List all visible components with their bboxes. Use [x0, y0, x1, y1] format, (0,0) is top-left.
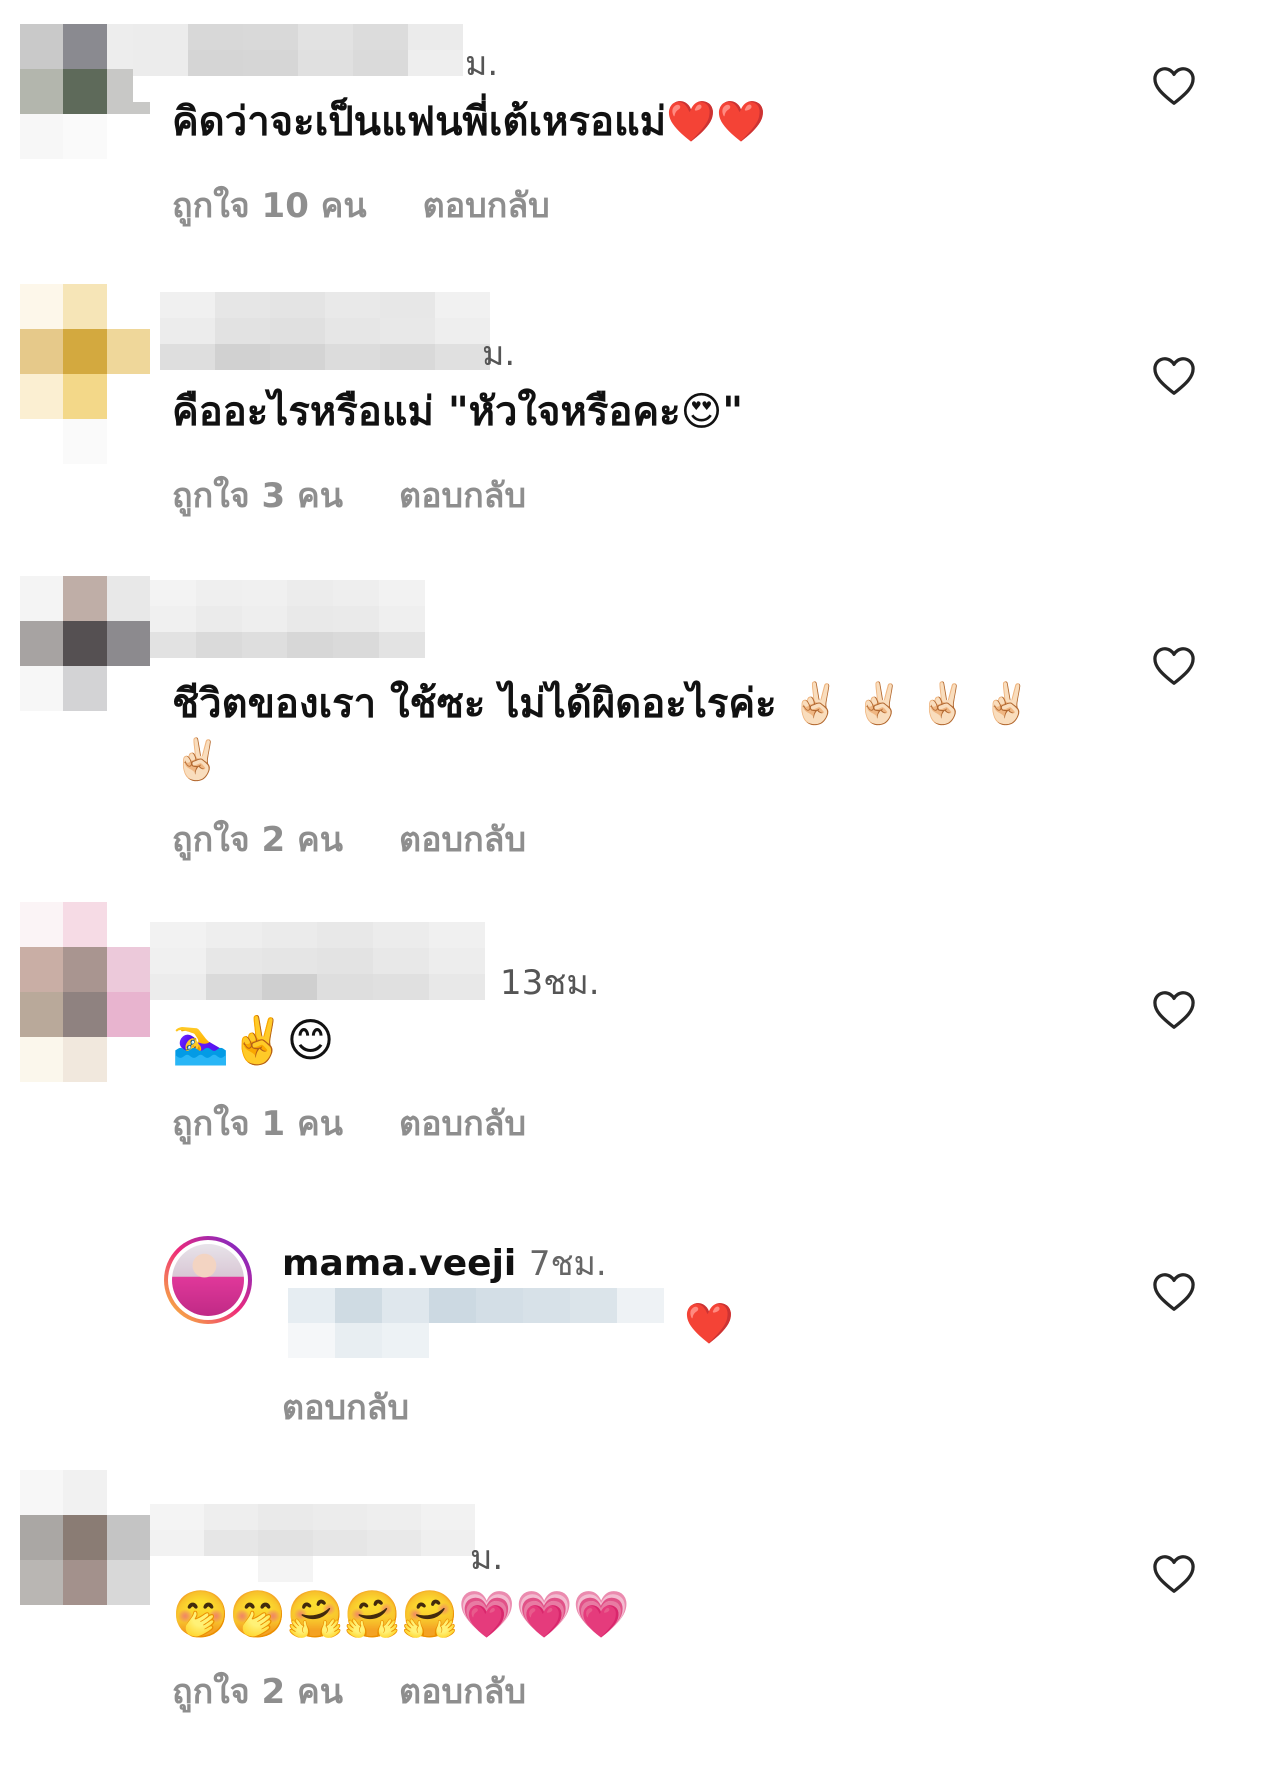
avatar[interactable]: [20, 284, 150, 464]
avatar[interactable]: [20, 576, 150, 756]
heart-outline-icon[interactable]: [1152, 646, 1196, 686]
avatar-ring: [168, 1240, 248, 1320]
comment-text: ชีวิตของเรา ใช้ซะ ไม่ได้ผิดอะไรค่ะ ✌🏻 ✌🏻…: [172, 681, 1032, 783]
comment-text: ❤️: [684, 1301, 734, 1347]
likes-count-link[interactable]: ถูกใจ 2 คน: [172, 812, 343, 866]
username-blurred[interactable]: [150, 922, 485, 1000]
reply-button[interactable]: ตอบกลับ: [423, 178, 550, 232]
likes-count-link[interactable]: ถูกใจ 10 คน: [172, 178, 367, 232]
avatar-photo: [172, 1244, 244, 1316]
reply-button[interactable]: ตอบกลับ: [399, 812, 526, 866]
avatar[interactable]: [20, 24, 150, 204]
comment-actions: ถูกใจ 3 คน ตอบกลับ: [172, 468, 526, 522]
username-blurred[interactable]: [160, 292, 490, 370]
comment-actions: ถูกใจ 10 คน ตอบกลับ: [172, 178, 550, 232]
comment-text: คิดว่าจะเป็นแฟนพี่เต้เหรอแม่❤️❤️: [172, 99, 766, 145]
likes-count-link[interactable]: ถูกใจ 2 คน: [172, 1664, 343, 1718]
comment-text: คืออะไรหรือแม่ "หัวใจหรือคะ😍": [172, 389, 744, 435]
comment-text: 🤭🤭🤗🤗🤗💗💗💗: [172, 1587, 631, 1641]
heart-outline-icon[interactable]: [1152, 1272, 1196, 1312]
comment-time: ม.: [470, 1538, 504, 1578]
avatar[interactable]: [20, 1470, 150, 1650]
reply-button[interactable]: ตอบกลับ: [399, 468, 526, 522]
username-blurred[interactable]: [133, 24, 463, 102]
heart-outline-icon[interactable]: [1152, 356, 1196, 396]
comment-text: 🏊‍♀️✌️😊: [172, 1013, 335, 1067]
comment-actions: ถูกใจ 2 คน ตอบกลับ: [172, 1664, 526, 1718]
reply-header: mama.veeji 7ชม.: [282, 1236, 607, 1290]
comment-time: 13ชม.: [500, 963, 600, 1003]
comment-actions: ถูกใจ 1 คน ตอบกลับ: [172, 1096, 526, 1150]
comment-actions: ถูกใจ 2 คน ตอบกลับ: [172, 812, 526, 866]
reply-button[interactable]: ตอบกลับ: [399, 1664, 526, 1718]
avatar[interactable]: [20, 902, 150, 1082]
heart-outline-icon[interactable]: [1152, 66, 1196, 106]
username-blurred[interactable]: [150, 1504, 475, 1582]
comment-time: 7ชม.: [528, 1244, 607, 1284]
likes-count-link[interactable]: ถูกใจ 1 คน: [172, 1096, 343, 1150]
username-blurred[interactable]: [150, 580, 425, 658]
comment-actions: ตอบกลับ: [282, 1380, 409, 1434]
comment-time: ม.: [482, 334, 516, 374]
comment-time: ม.: [465, 44, 499, 84]
mention-blurred[interactable]: [288, 1288, 664, 1358]
username-link[interactable]: mama.veeji: [282, 1243, 516, 1284]
reply-button[interactable]: ตอบกลับ: [399, 1096, 526, 1150]
reply-button[interactable]: ตอบกลับ: [282, 1380, 409, 1434]
avatar[interactable]: [164, 1236, 252, 1324]
heart-outline-icon[interactable]: [1152, 990, 1196, 1030]
likes-count-link[interactable]: ถูกใจ 3 คน: [172, 468, 343, 522]
heart-outline-icon[interactable]: [1152, 1554, 1196, 1594]
